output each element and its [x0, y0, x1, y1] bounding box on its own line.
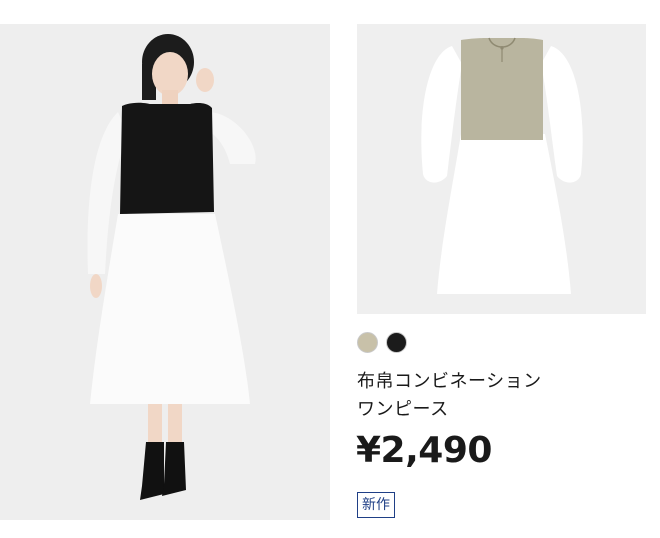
product-name-line2: ワンピース [357, 399, 449, 420]
color-swatches [357, 332, 407, 353]
color-swatch-black[interactable] [386, 332, 407, 353]
product-name[interactable]: 布帛コンビネーション ワンピース [357, 368, 647, 424]
model-photo[interactable] [0, 24, 330, 520]
product-price: ¥2,490 [356, 430, 492, 471]
product-photo[interactable] [357, 24, 646, 314]
new-badge: 新作 [357, 492, 395, 518]
color-swatch-beige[interactable] [357, 332, 378, 353]
model-photo-image [0, 24, 330, 520]
product-photo-image [357, 24, 646, 314]
product-name-line1: 布帛コンビネーション [357, 371, 542, 392]
